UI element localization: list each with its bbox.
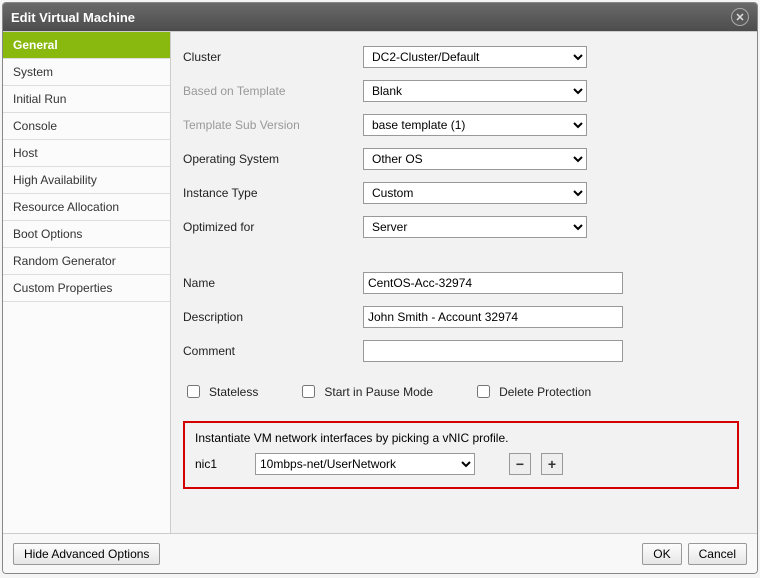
- sidebar-item-random-generator[interactable]: Random Generator: [3, 248, 170, 275]
- stateless-text: Stateless: [209, 385, 258, 399]
- template-select[interactable]: Blank: [363, 80, 587, 102]
- sidebar-item-label: Console: [13, 119, 57, 133]
- pause-text: Start in Pause Mode: [324, 385, 433, 399]
- edit-vm-dialog: Edit Virtual Machine ✕ General System In…: [2, 2, 758, 574]
- name-input[interactable]: [363, 272, 623, 294]
- nic-label: nic1: [195, 457, 245, 471]
- sidebar-item-label: Resource Allocation: [13, 200, 119, 214]
- cancel-button[interactable]: Cancel: [688, 543, 747, 565]
- label-instance-type: Instance Type: [183, 186, 363, 200]
- sidebar-item-label: Custom Properties: [13, 281, 112, 295]
- pause-checkbox-label[interactable]: Start in Pause Mode: [298, 382, 433, 401]
- row-optimized: Optimized for Server: [183, 212, 739, 242]
- nic-profile-select[interactable]: 10mbps-net/UserNetwork: [255, 453, 475, 475]
- optimized-select[interactable]: Server: [363, 216, 587, 238]
- row-cluster: Cluster DC2-Cluster/Default: [183, 42, 739, 72]
- pause-checkbox[interactable]: [302, 385, 315, 398]
- sidebar-item-custom-properties[interactable]: Custom Properties: [3, 275, 170, 302]
- label-cluster: Cluster: [183, 50, 363, 64]
- checkbox-row: Stateless Start in Pause Mode Delete Pro…: [183, 370, 739, 413]
- dialog-footer: Hide Advanced Options OK Cancel: [3, 533, 757, 573]
- os-select[interactable]: Other OS: [363, 148, 587, 170]
- sidebar-item-label: High Availability: [13, 173, 97, 187]
- dialog-body: General System Initial Run Console Host …: [3, 31, 757, 533]
- sidebar-item-label: Random Generator: [13, 254, 116, 268]
- comment-input[interactable]: [363, 340, 623, 362]
- label-os: Operating System: [183, 152, 363, 166]
- row-name: Name: [183, 268, 739, 298]
- sidebar-item-general[interactable]: General: [3, 32, 170, 59]
- sidebar-item-label: Initial Run: [13, 92, 66, 106]
- nic-highlight-box: Instantiate VM network interfaces by pic…: [183, 421, 739, 489]
- nic-remove-button[interactable]: −: [509, 453, 531, 475]
- row-template-sub: Template Sub Version base template (1): [183, 110, 739, 140]
- label-comment: Comment: [183, 344, 363, 358]
- main-panel: Cluster DC2-Cluster/Default Based on Tem…: [171, 32, 757, 533]
- delete-protection-checkbox[interactable]: [477, 385, 490, 398]
- sidebar-item-boot-options[interactable]: Boot Options: [3, 221, 170, 248]
- row-template: Based on Template Blank: [183, 76, 739, 106]
- nic-add-button[interactable]: +: [541, 453, 563, 475]
- row-comment: Comment: [183, 336, 739, 366]
- sidebar-item-label: General: [13, 38, 58, 52]
- dialog-titlebar: Edit Virtual Machine ✕: [3, 3, 757, 31]
- label-template-sub: Template Sub Version: [183, 118, 363, 132]
- sidebar-item-host[interactable]: Host: [3, 140, 170, 167]
- sidebar-item-resource-allocation[interactable]: Resource Allocation: [3, 194, 170, 221]
- row-instance-type: Instance Type Custom: [183, 178, 739, 208]
- stateless-checkbox[interactable]: [187, 385, 200, 398]
- nic-hint: Instantiate VM network interfaces by pic…: [195, 431, 727, 445]
- row-description: Description: [183, 302, 739, 332]
- sidebar-item-system[interactable]: System: [3, 59, 170, 86]
- hide-advanced-button[interactable]: Hide Advanced Options: [13, 543, 160, 565]
- sidebar-item-high-availability[interactable]: High Availability: [3, 167, 170, 194]
- close-icon[interactable]: ✕: [731, 8, 749, 26]
- sidebar-item-console[interactable]: Console: [3, 113, 170, 140]
- template-sub-select[interactable]: base template (1): [363, 114, 587, 136]
- label-description: Description: [183, 310, 363, 324]
- ok-button[interactable]: OK: [642, 543, 681, 565]
- sidebar-item-label: System: [13, 65, 53, 79]
- sidebar-item-label: Boot Options: [13, 227, 82, 241]
- label-name: Name: [183, 276, 363, 290]
- cluster-select[interactable]: DC2-Cluster/Default: [363, 46, 587, 68]
- sidebar-item-label: Host: [13, 146, 38, 160]
- delete-protection-text: Delete Protection: [499, 385, 591, 399]
- row-os: Operating System Other OS: [183, 144, 739, 174]
- description-input[interactable]: [363, 306, 623, 328]
- dialog-title: Edit Virtual Machine: [11, 10, 135, 25]
- sidebar: General System Initial Run Console Host …: [3, 32, 171, 533]
- delete-protection-checkbox-label[interactable]: Delete Protection: [473, 382, 591, 401]
- stateless-checkbox-label[interactable]: Stateless: [183, 382, 258, 401]
- sidebar-item-initial-run[interactable]: Initial Run: [3, 86, 170, 113]
- nic-row: nic1 10mbps-net/UserNetwork − +: [195, 453, 727, 475]
- instance-type-select[interactable]: Custom: [363, 182, 587, 204]
- label-optimized: Optimized for: [183, 220, 363, 234]
- label-template: Based on Template: [183, 84, 363, 98]
